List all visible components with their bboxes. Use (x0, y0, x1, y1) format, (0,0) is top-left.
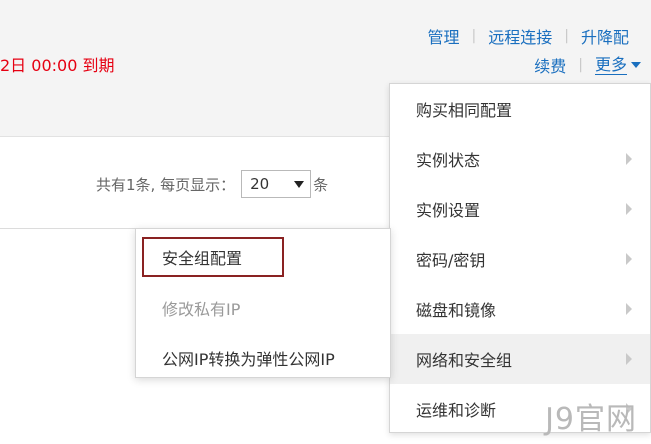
menu-item-label: 密码/密钥 (416, 251, 486, 270)
page-size-suffix: 条 (313, 175, 329, 194)
renew-link[interactable]: 续费 (534, 53, 566, 77)
chevron-right-icon (626, 303, 632, 315)
resize-link[interactable]: 升降配 (581, 24, 629, 48)
watermark-text: J9官网 (545, 402, 637, 437)
menu-item-label: 购买相同配置 (416, 101, 513, 120)
menu-item-network-security-group[interactable]: 网络和安全组 (390, 334, 650, 384)
more-dropdown-menu: 购买相同配置 实例状态 实例设置 密码/密钥 磁盘和镜像 网络和安全组 运维和诊… (389, 83, 651, 433)
remote-connect-link[interactable]: 远程连接 (488, 24, 552, 48)
more-dropdown-toggle[interactable]: 更多 (594, 54, 641, 75)
menu-item-label: 网络和安全组 (416, 351, 513, 370)
menu-item-label: 磁盘和镜像 (416, 301, 497, 320)
menu-item-instance-status[interactable]: 实例状态 (390, 134, 650, 184)
chevron-right-icon (626, 253, 632, 265)
instance-actions-secondary: 续费 | 更多 (534, 53, 641, 77)
network-security-submenu: 安全组配置 修改私有IP 公网IP转换为弹性公网IP (135, 228, 391, 378)
chevron-right-icon (626, 203, 632, 215)
chevron-right-icon (626, 153, 632, 165)
menu-item-label: 运维和诊断 (416, 401, 497, 420)
submenu-item-modify-private-ip: 修改私有IP (162, 300, 241, 319)
expiry-text: 2日 00:00 到期 (0, 56, 115, 75)
manage-link[interactable]: 管理 (428, 24, 460, 48)
submenu-item-security-group-config[interactable]: 安全组配置 (162, 245, 242, 269)
menu-item-disks-images[interactable]: 磁盘和镜像 (390, 284, 650, 334)
chevron-right-icon (626, 353, 632, 365)
menu-item-label: 实例设置 (416, 201, 481, 220)
separator: | (578, 57, 583, 73)
page-size-select[interactable]: 20 (241, 170, 312, 198)
instance-actions-primary: 管理 | 远程连接 | 升降配 (428, 24, 629, 48)
separator: | (564, 28, 569, 44)
pagination-info: 共有1条, 每页显示： 20 条 (96, 170, 328, 198)
caret-down-icon (631, 62, 641, 68)
select-arrow-icon (294, 180, 305, 188)
submenu-item-convert-public-ip[interactable]: 公网IP转换为弹性公网IP (162, 346, 335, 370)
page-size-value: 20 (250, 175, 270, 193)
total-count-text: 共有1条, 每页显示： (96, 175, 236, 194)
separator: | (471, 28, 477, 44)
menu-item-label: 实例状态 (416, 151, 481, 170)
menu-item-instance-settings[interactable]: 实例设置 (390, 184, 650, 234)
menu-item-password-key[interactable]: 密码/密钥 (390, 234, 650, 284)
menu-item-buy-same-config[interactable]: 购买相同配置 (390, 84, 650, 134)
more-label: 更多 (594, 54, 627, 75)
